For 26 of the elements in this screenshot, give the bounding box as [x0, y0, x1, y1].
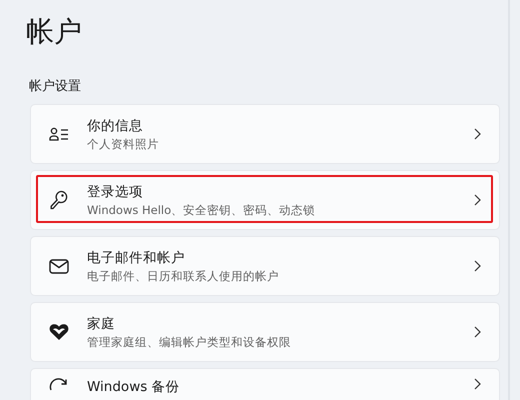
- chevron-icon: [474, 194, 481, 206]
- settings-card[interactable]: 家庭 管理家庭组、编辑帐户类型和设备权限: [30, 302, 500, 362]
- chevron-icon: [474, 326, 481, 338]
- card-title: 你的信息: [87, 116, 144, 134]
- card-title: Windows 备份: [87, 378, 181, 396]
- heart-icon: [49, 323, 69, 341]
- card-subtitle: 个人资料照片: [87, 136, 160, 152]
- card-title: 登录选项: [87, 182, 144, 200]
- page-title: 帐户: [25, 14, 83, 50]
- settings-card[interactable]: 登录选项 Windows Hello、安全密钥、密码、动态锁: [30, 170, 500, 230]
- card-title: 家庭: [87, 314, 116, 332]
- sync-icon: [49, 378, 69, 392]
- section-label: 帐户设置: [28, 78, 82, 96]
- settings-card[interactable]: 电子邮件和帐户 电子邮件、日历和联系人使用的帐户: [30, 236, 500, 296]
- key-icon: [50, 190, 68, 210]
- card-subtitle: 电子邮件、日历和联系人使用的帐户: [87, 268, 280, 284]
- card-title: 电子邮件和帐户: [87, 248, 186, 266]
- mail-icon: [49, 258, 69, 274]
- chevron-icon: [474, 260, 481, 272]
- chevron-icon: [474, 378, 481, 390]
- profile-icon: [49, 127, 69, 141]
- chevron-icon: [474, 128, 481, 140]
- settings-card[interactable]: 你的信息 个人资料照片: [30, 104, 500, 164]
- settings-card[interactable]: Windows 备份: [30, 368, 500, 400]
- card-subtitle: 管理家庭组、编辑帐户类型和设备权限: [87, 334, 292, 350]
- card-subtitle: Windows Hello、安全密钥、密码、动态锁: [87, 202, 316, 218]
